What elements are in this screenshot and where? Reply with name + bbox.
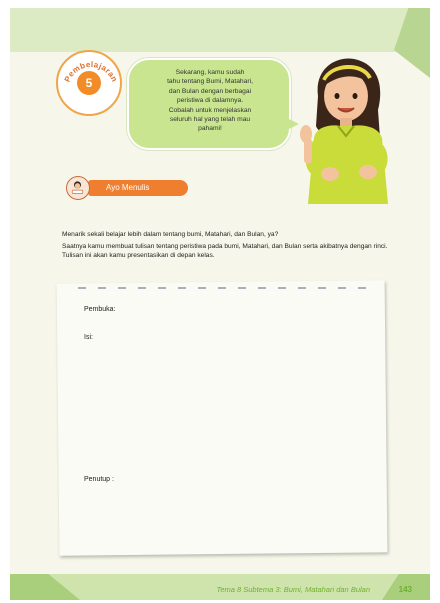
writing-paper: [56, 280, 388, 556]
speech-line: peristiwa di dalamnya.: [176, 97, 244, 105]
footer-caption: Tema 8 Subtema 3: Bumi, Matahari dan Bul…: [216, 585, 370, 594]
section-header: Ayo Menulis: [66, 176, 188, 200]
page-number: 143: [398, 585, 412, 594]
lesson-number: 5: [77, 71, 101, 95]
closing-field-label: Penutup :: [84, 476, 114, 483]
writing-child-icon-glyph: [71, 181, 84, 194]
speech-text: Sekarang, kamu sudah tahu tentang Bumi, …: [141, 68, 279, 134]
speech-line: tahu tentang Bumi, Matahari,: [167, 78, 253, 86]
body-field-label: Isi:: [84, 334, 93, 341]
speech-line: pahami!: [198, 125, 222, 133]
writing-child-icon: [66, 176, 90, 200]
lesson-badge: Pembelajaran 5: [56, 50, 122, 116]
paper-binding-dashes: [78, 287, 366, 289]
intro-paragraph: Menarik sekali belajar lebih dalam tenta…: [62, 231, 279, 238]
section-title: Ayo Menulis: [106, 183, 150, 192]
top-decor-band: [10, 8, 430, 52]
instruction-paragraph: Saatnya kamu membuat tulisan tentang per…: [62, 243, 388, 260]
speech-line: Sekarang, kamu sudah: [175, 69, 245, 76]
opening-field-label: Pembuka:: [84, 306, 116, 313]
speech-line: Cobalah untuk menjelaskan: [168, 106, 252, 114]
speech-bubble: Sekarang, kamu sudah tahu tentang Bumi, …: [127, 58, 291, 150]
speech-line: seluruh hal yang telah mau: [169, 116, 251, 124]
speech-line: dan Bulan dengan berbagai: [168, 87, 252, 95]
girl-illustration: [300, 58, 388, 204]
